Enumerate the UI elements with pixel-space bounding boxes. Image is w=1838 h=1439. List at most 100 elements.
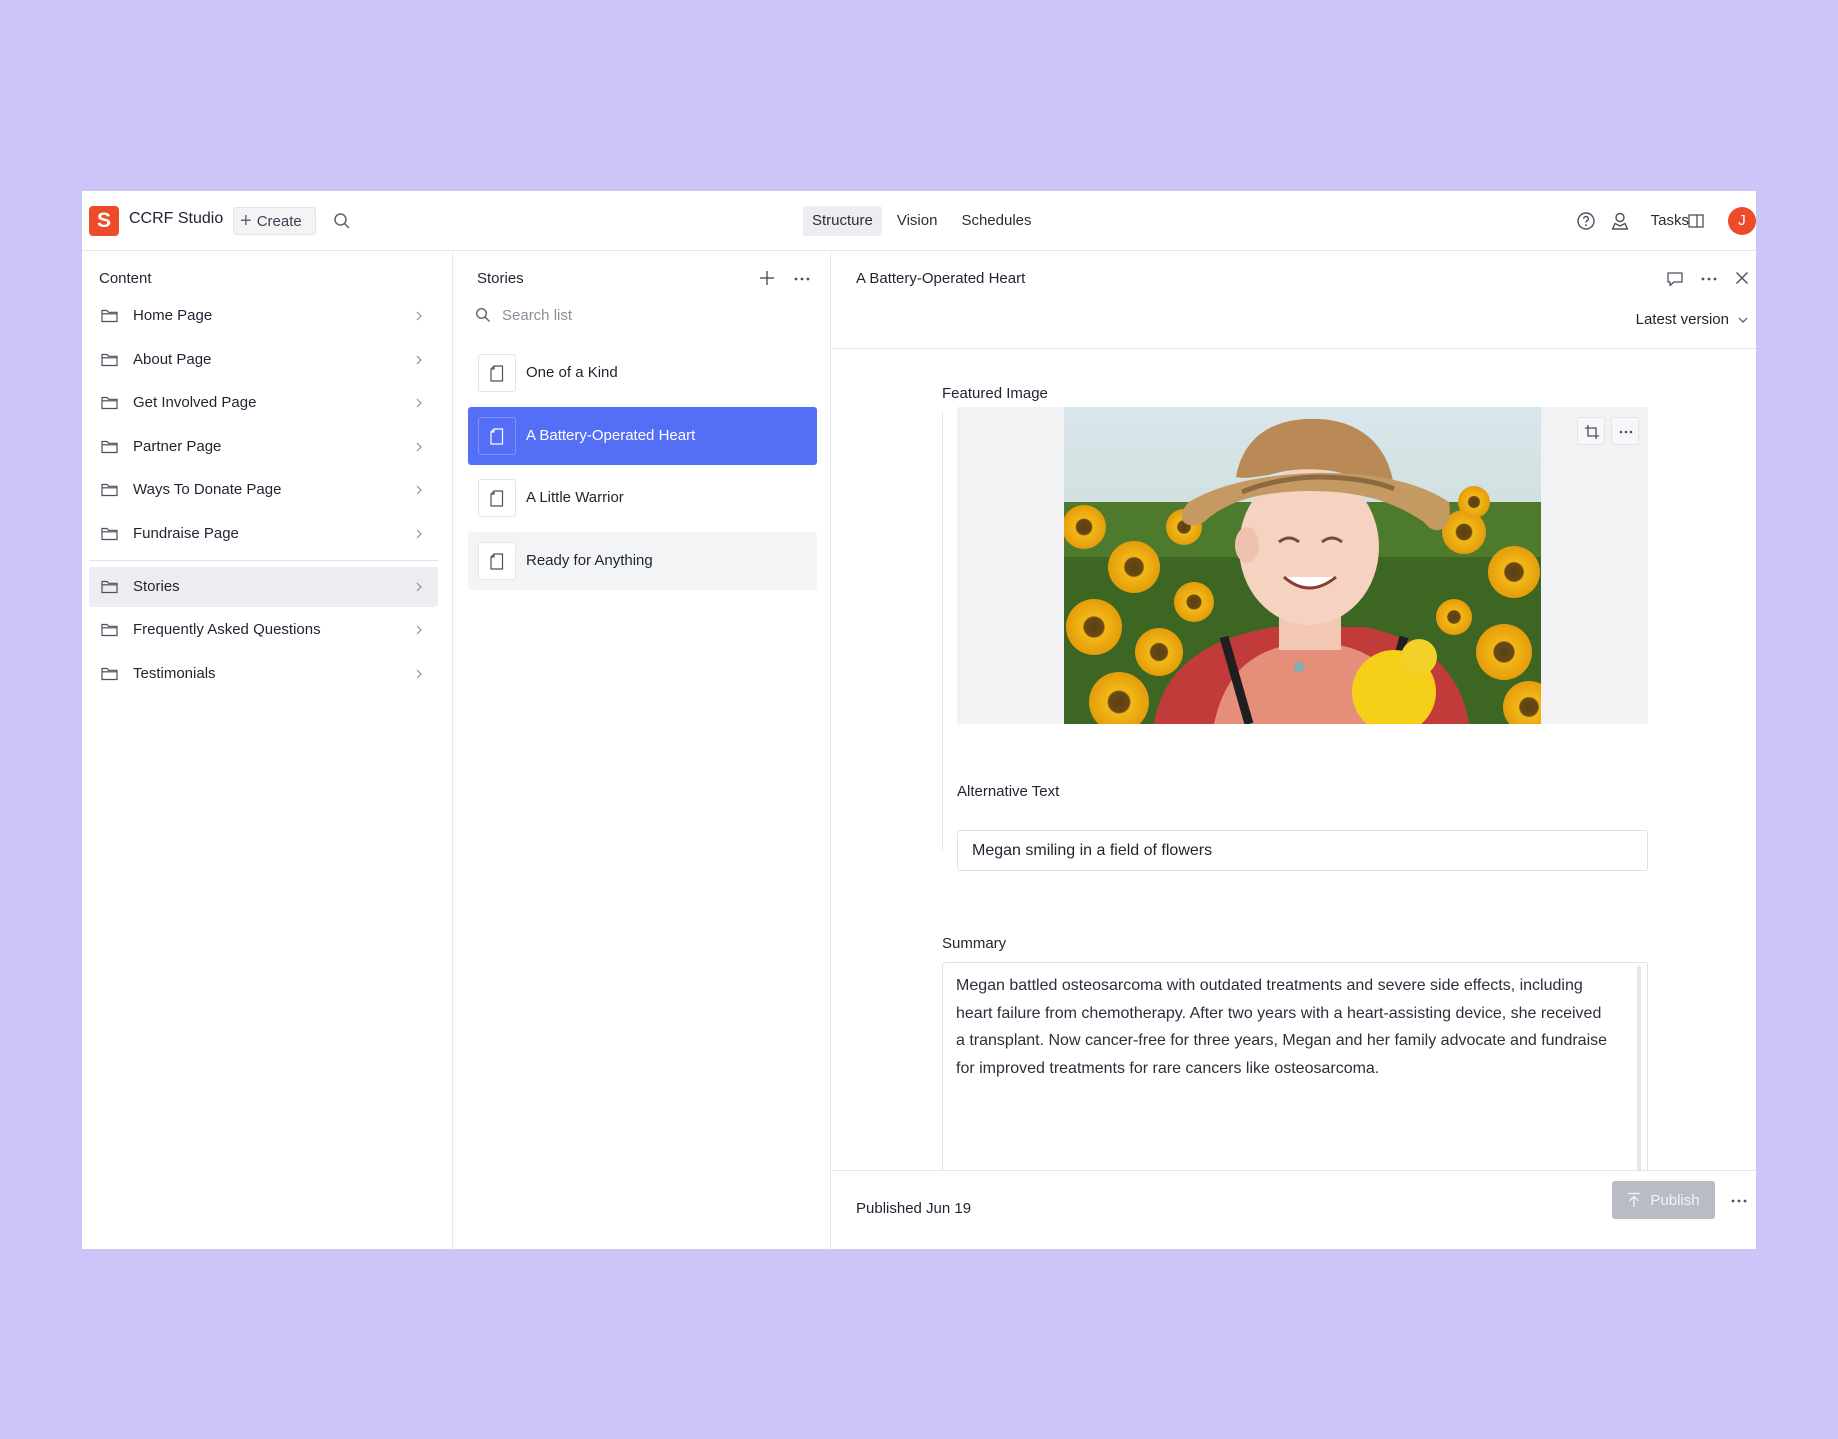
content-divider — [89, 559, 438, 561]
more-icon — [1619, 430, 1633, 434]
version-selector[interactable]: Latest version — [1636, 311, 1748, 328]
field-indent-bar — [942, 411, 943, 851]
create-label: Create — [256, 212, 302, 230]
chevron-right-icon — [416, 355, 422, 364]
story-item-one-of-a-kind[interactable]: One of a Kind — [468, 344, 817, 402]
content-item-fundraise-page[interactable]: Fundraise Page — [89, 514, 438, 554]
add-icon[interactable] — [758, 269, 776, 287]
top-right-tools: Tasks J — [1556, 191, 1756, 251]
content-item-partner-page[interactable]: Partner Page — [89, 427, 438, 467]
crop-button[interactable] — [1577, 417, 1605, 445]
avatar[interactable]: J — [1728, 207, 1756, 235]
content-pane-title: Content — [99, 270, 152, 287]
search-list-input[interactable]: Search list — [475, 303, 805, 327]
featured-image — [1064, 407, 1541, 724]
summary-label: Summary — [942, 935, 1007, 952]
content-item-testimonials[interactable]: Testimonials — [89, 654, 438, 694]
story-item-label: One of a Kind — [526, 364, 618, 381]
plus-icon: + — [240, 210, 252, 232]
content-item-label: About Page — [133, 350, 212, 368]
search-icon — [475, 307, 490, 322]
folder-icon — [101, 623, 118, 637]
document-body: Featured Image Alternative Text Megan sm… — [832, 350, 1756, 1170]
featured-image-label: Featured Image — [942, 385, 1048, 402]
folder-icon — [101, 483, 118, 497]
chevron-right-icon — [416, 669, 422, 678]
content-item-label: Fundraise Page — [133, 524, 239, 542]
document-pane: A Battery-Operated Heart Latest version … — [832, 252, 1756, 1249]
content-item-label: Ways To Donate Page — [133, 481, 282, 498]
stories-pane-title: Stories — [477, 270, 524, 287]
comment-icon[interactable] — [1666, 270, 1684, 288]
publish-status: Published Jun 19 — [856, 1200, 972, 1217]
folder-icon — [101, 309, 118, 323]
folder-icon — [101, 527, 118, 540]
folder-icon — [101, 440, 118, 453]
publish-label: Publish — [1650, 1191, 1700, 1209]
tasks-button[interactable]: Tasks — [1651, 212, 1689, 229]
content-item-label: Frequently Asked Questions — [133, 621, 321, 638]
chevron-right-icon — [416, 582, 422, 591]
alt-text-input[interactable]: Megan smiling in a field of flowers — [957, 830, 1648, 871]
content-item-label: Stories — [133, 577, 180, 595]
folder-icon — [101, 667, 118, 680]
document-title: A Battery-Operated Heart — [856, 270, 1026, 287]
chevron-right-icon — [416, 442, 422, 451]
top-bar: S CCRF Studio + Create Structure Vision … — [82, 191, 1756, 251]
tab-structure[interactable]: Structure — [803, 206, 882, 236]
featured-image-field[interactable] — [957, 407, 1648, 724]
tab-vision[interactable]: Vision — [888, 206, 947, 236]
content-item-stories[interactable]: Stories — [89, 566, 438, 607]
summary-text: Megan battled osteosarcoma with outdated… — [956, 977, 1608, 1077]
content-item-label: Get Involved Page — [133, 394, 257, 411]
chevron-down-icon — [1738, 317, 1748, 323]
story-item-ready-for-anything[interactable]: Ready for Anything — [468, 531, 817, 590]
chevron-right-icon — [416, 529, 422, 538]
help-icon[interactable] — [1576, 211, 1596, 231]
image-more-button[interactable] — [1611, 417, 1639, 445]
alt-text-label: Alternative Text — [957, 783, 1060, 800]
content-pane: Content Home Page About Page Get Involve… — [82, 252, 453, 1249]
publish-icon — [1628, 1192, 1641, 1207]
user-icon[interactable] — [1609, 210, 1631, 232]
folder-icon — [101, 580, 118, 593]
version-label: Latest version — [1635, 311, 1729, 328]
story-item-a-battery-operated-heart[interactable]: A Battery-Operated Heart — [468, 406, 817, 465]
document-footer: Published Jun 19 Publish — [832, 1170, 1756, 1249]
more-icon[interactable] — [1700, 276, 1718, 282]
tab-schedules[interactable]: Schedules — [952, 206, 1040, 236]
main-nav: Structure Vision Schedules — [803, 206, 1047, 236]
content-item-label: Testimonials — [133, 664, 216, 682]
publish-button[interactable]: Publish — [1612, 1181, 1715, 1219]
studio-name[interactable]: CCRF Studio — [129, 210, 223, 228]
chevron-right-icon — [416, 311, 422, 321]
search-icon[interactable] — [332, 211, 352, 231]
story-item-a-little-warrior[interactable]: A Little Warrior — [468, 469, 817, 527]
story-item-label: A Battery-Operated Heart — [526, 426, 696, 444]
document-icon-box — [478, 416, 516, 455]
close-icon[interactable] — [1735, 271, 1749, 285]
create-button[interactable]: + Create — [233, 207, 316, 235]
more-icon[interactable] — [793, 276, 811, 282]
document-icon-box — [478, 354, 516, 392]
summary-scrollbar[interactable] — [1637, 966, 1641, 1170]
content-item-ways-to-donate-page[interactable]: Ways To Donate Page — [89, 470, 438, 510]
document-header: A Battery-Operated Heart Latest version — [832, 252, 1756, 349]
story-item-label: A Little Warrior — [526, 489, 624, 506]
crop-icon — [1585, 425, 1599, 439]
content-item-home-page[interactable]: Home Page — [89, 296, 438, 336]
studio-logo[interactable]: S — [89, 206, 119, 236]
content-item-faq[interactable]: Frequently Asked Questions — [89, 610, 438, 650]
document-icon — [490, 427, 504, 445]
folder-icon — [101, 396, 118, 410]
content-item-get-involved-page[interactable]: Get Involved Page — [89, 383, 438, 423]
more-icon[interactable] — [1730, 1198, 1748, 1204]
content-item-about-page[interactable]: About Page — [89, 340, 438, 380]
document-icon-box — [478, 541, 516, 580]
document-icon — [490, 365, 504, 382]
story-list: One of a Kind A Battery-Operated Heart A… — [468, 344, 817, 594]
studio-window: S CCRF Studio + Create Structure Vision … — [82, 191, 1756, 1249]
panel-icon[interactable] — [1688, 213, 1704, 229]
summary-textarea[interactable]: Megan battled osteosarcoma with outdated… — [942, 962, 1648, 1170]
stories-pane: Stories Search list One of a Kind A Batt… — [454, 252, 831, 1249]
